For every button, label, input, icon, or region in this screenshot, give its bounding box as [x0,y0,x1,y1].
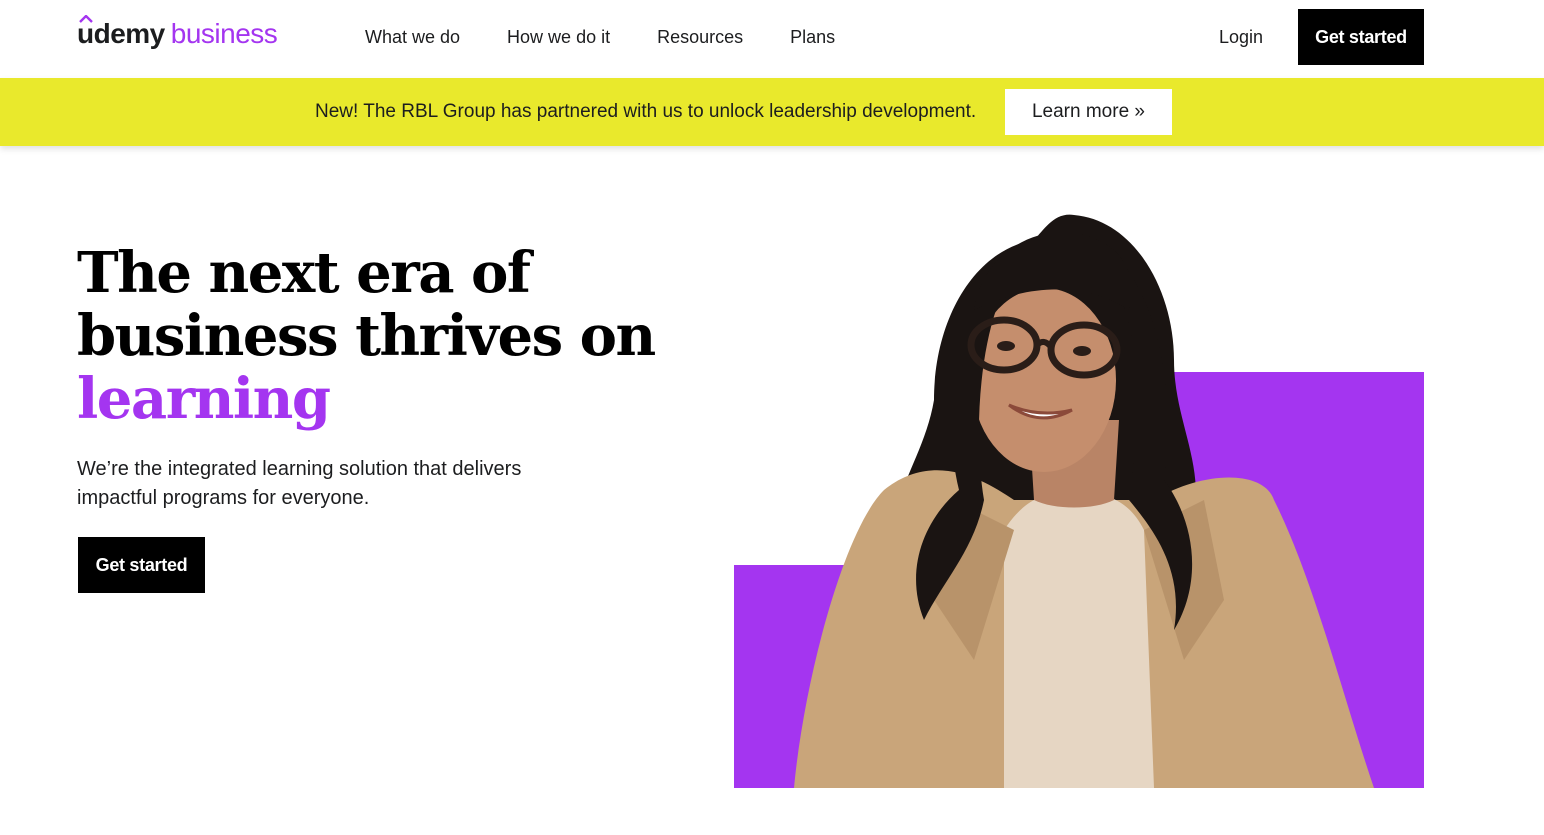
logo-brand: udemy [77,15,165,50]
nav-item-plans[interactable]: Plans [790,26,835,48]
main-nav: What we do How we do it Resources Plans [365,26,882,48]
learn-more-button[interactable]: Learn more » [1005,89,1172,135]
hero-image [734,200,1424,788]
sweater [1004,493,1154,788]
announcement-banner: New! The RBL Group has partnered with us… [0,78,1544,146]
nav-item-what-we-do[interactable]: What we do [365,26,460,48]
logo-roof-icon [79,15,93,23]
nav-item-resources[interactable]: Resources [657,26,743,48]
hero-get-started-button[interactable]: Get started [78,537,205,593]
header-get-started-button[interactable]: Get started [1298,9,1424,65]
hero-title-line-2: business thrives on [77,303,656,369]
logo-product-text: business [170,18,278,49]
hero-photo-illustration [734,214,1424,788]
banner-text: New! The RBL Group has partnered with us… [315,101,977,122]
eye-left [997,341,1015,351]
hero-title-line-1: The next era of [77,240,531,306]
eye-right [1073,346,1091,356]
hero-subtitle: We’re the integrated learning solution t… [77,458,522,509]
login-link[interactable]: Login [1219,26,1263,48]
hero-title: The next era of business thrives on lear… [77,242,697,431]
site-header: udemy business What we do How we do it R… [0,0,1544,78]
nav-item-how-we-do-it[interactable]: How we do it [507,26,610,48]
udemy-business-logo[interactable]: udemy business [77,15,278,54]
hero-title-accent: learning [77,366,331,432]
